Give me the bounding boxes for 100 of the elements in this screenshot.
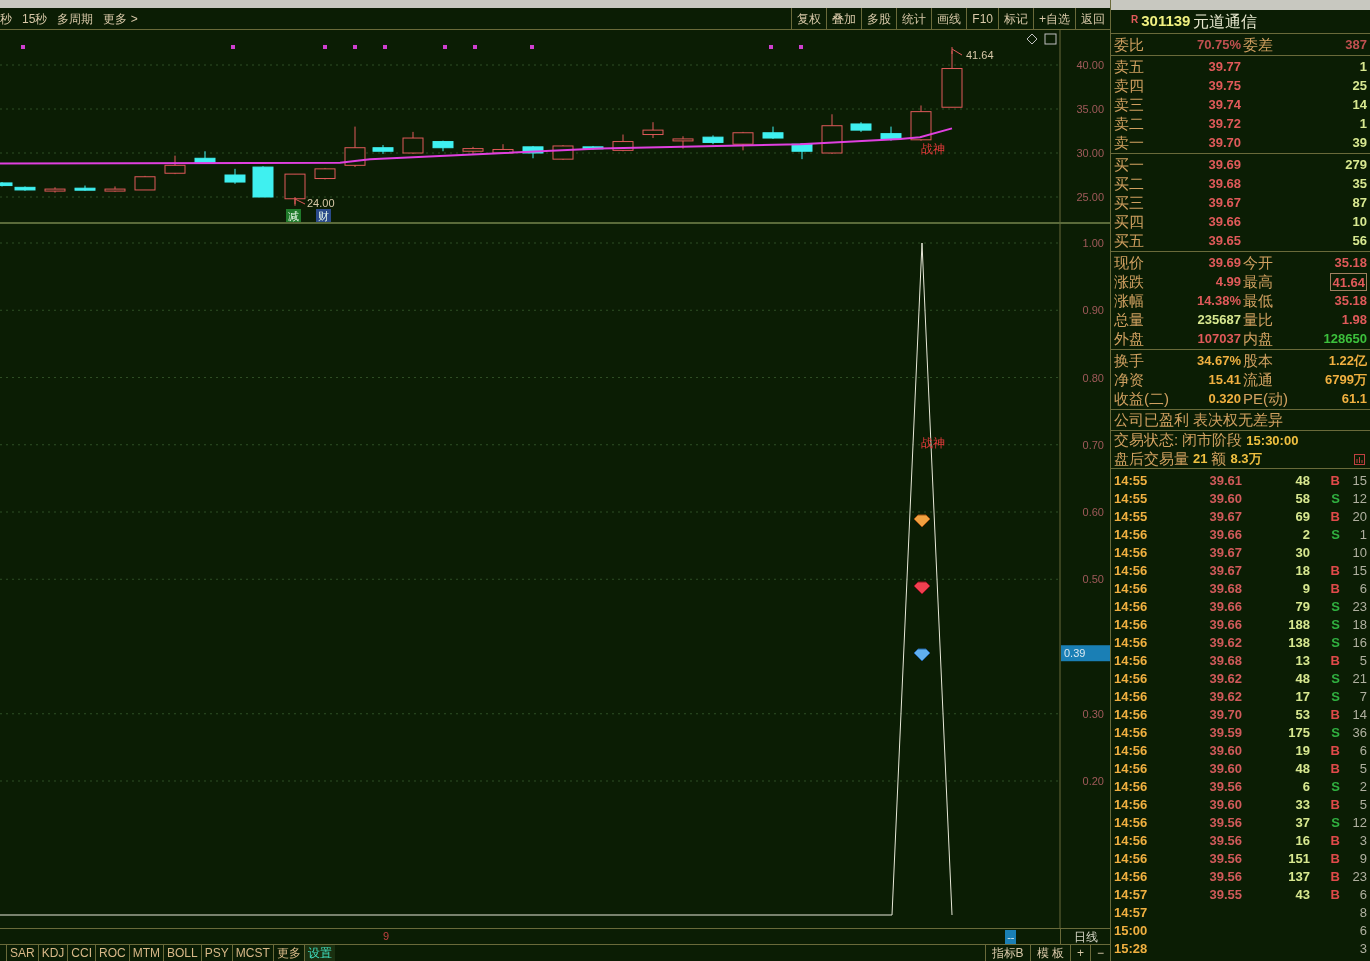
trade-volume: 188 — [1288, 616, 1310, 632]
quote-value: 15.41 — [1207, 373, 1241, 386]
axis-label: 0.60 — [1082, 506, 1104, 518]
trade-volume: 30 — [1295, 544, 1310, 560]
quote-value: 39 — [1352, 136, 1367, 149]
trade-price: 39.56 — [1209, 850, 1242, 866]
trade-volume: 9 — [1302, 580, 1310, 596]
toolbar-button[interactable]: 复权 — [791, 8, 827, 29]
trade-time: 14:56 — [1114, 635, 1149, 649]
panel-icon — [1044, 33, 1057, 45]
trade-price: 39.62 — [1209, 634, 1242, 650]
trade-side: B — [1330, 832, 1340, 848]
toolbar-button[interactable]: 叠加 — [826, 8, 862, 29]
trade-side: B — [1330, 472, 1340, 488]
axis-label: 30.00 — [1076, 147, 1104, 159]
quote-label: 最高 — [1243, 274, 1274, 289]
toolbar-button[interactable]: F10 — [966, 8, 998, 29]
quote-value: 107037 — [1196, 332, 1241, 345]
toolbar-button[interactable]: 统计 — [896, 8, 932, 29]
trade-price: 39.66 — [1209, 598, 1242, 614]
gem-icon — [913, 581, 931, 595]
trade-side: S — [1331, 526, 1340, 542]
low-pointer-icon — [294, 196, 306, 205]
toolbar-button[interactable]: +自选 — [1033, 8, 1075, 29]
marker-label: 减 — [288, 210, 299, 222]
candle — [432, 140, 454, 152]
candle — [44, 186, 66, 194]
trade-count: 6 — [1359, 580, 1367, 596]
panel-button[interactable]: + — [1069, 945, 1090, 961]
trade-count: 1 — [1359, 526, 1367, 542]
trade-side: B — [1330, 508, 1340, 524]
trade-price: 39.62 — [1209, 688, 1242, 704]
trade-price: 39.60 — [1209, 760, 1242, 776]
quote-label: 买四 — [1114, 214, 1145, 229]
axis-label: 0.90 — [1082, 304, 1104, 317]
trade-volume: 2 — [1302, 526, 1310, 542]
toolbar-button[interactable]: 多股 — [861, 8, 897, 29]
quote-label: 总量 — [1114, 312, 1145, 327]
panel-button[interactable]: 指标B — [984, 945, 1030, 961]
axis-label: 0.30 — [1082, 707, 1104, 720]
indicator-tab[interactable]: MCST — [231, 945, 273, 961]
quote-label: 买一 — [1114, 157, 1145, 172]
market-letter: R — [1131, 13, 1139, 27]
indicator-tab[interactable]: PSY — [200, 945, 232, 961]
quote-label: 涨幅 — [1114, 293, 1145, 308]
toolbar-button[interactable]: 秒 — [0, 9, 12, 28]
quote-label: 卖五 — [1114, 59, 1145, 74]
trade-time: 14:56 — [1114, 581, 1149, 595]
indicator-tab[interactable]: SAR — [6, 945, 38, 961]
quote-value: 87 — [1352, 196, 1367, 209]
trade-price: 39.59 — [1209, 724, 1242, 740]
x-axis-badge: -- — [1005, 929, 1017, 944]
status-text: 交易状态: 闭市阶段 — [1114, 430, 1243, 451]
trade-time: 14:56 — [1114, 869, 1149, 883]
trade-volume: 17 — [1295, 688, 1310, 704]
indicator-tab[interactable]: KDJ — [37, 945, 68, 961]
toolbar-button[interactable]: 多周期 — [57, 9, 94, 28]
trade-count: 21 — [1352, 670, 1367, 686]
quote-value: 35.18 — [1334, 256, 1367, 269]
toolbar-button[interactable]: 返回 — [1075, 8, 1110, 29]
trade-time: 14:57 — [1114, 887, 1149, 901]
indicator-tab[interactable]: ROC — [95, 945, 129, 961]
quote-label: PE(动) — [1243, 391, 1289, 406]
quote-label: 委差 — [1243, 37, 1274, 52]
candle — [164, 155, 186, 175]
panel-button[interactable]: 模 板 — [1029, 945, 1070, 961]
trade-time: 15:00 — [1114, 923, 1149, 937]
toolbar-button[interactable]: 标记 — [998, 8, 1033, 29]
indicator-tab[interactable]: 设置 — [303, 945, 335, 961]
quote-label: 最低 — [1243, 293, 1274, 308]
toolbar-button[interactable]: 画线 — [931, 8, 967, 29]
stock-name: 元道通信 — [1193, 11, 1258, 32]
quote-value: 35.18 — [1334, 294, 1367, 307]
indicator-tab[interactable]: MTM — [128, 945, 164, 961]
notice-text: 公司已盈利 表决权无差异 — [1114, 409, 1284, 430]
trade-count: 10 — [1352, 544, 1367, 560]
indicator-tab[interactable]: 更多 — [272, 945, 304, 961]
quote-value: 6799万 — [1325, 373, 1367, 386]
current-value-label: 0.39 — [1064, 647, 1086, 660]
panel-button[interactable]: − — [1090, 945, 1110, 961]
quote-value: 279 — [1345, 158, 1367, 171]
indicator-tab[interactable]: BOLL — [163, 945, 201, 961]
quote-label: 净资 — [1114, 372, 1145, 387]
candle — [462, 146, 484, 155]
trade-time: 14:55 — [1114, 491, 1149, 505]
toolbar-button[interactable]: 更多 > — [103, 9, 138, 28]
quote-value: 39.69 — [1207, 158, 1241, 171]
current-value-badge — [1061, 645, 1110, 662]
trade-volume: 19 — [1295, 742, 1310, 758]
quote-value: 39.65 — [1207, 234, 1241, 247]
quote-value: 39.75 — [1207, 79, 1241, 92]
trade-count: 6 — [1359, 886, 1367, 902]
marker-label: 财 — [318, 210, 329, 222]
indicator-tab[interactable]: CCI — [67, 945, 96, 961]
trade-count: 15 — [1352, 472, 1367, 488]
quote-value: 61.1 — [1341, 392, 1367, 405]
quote-value: 235687 — [1196, 313, 1241, 326]
trade-time: 15:28 — [1114, 941, 1149, 955]
trade-side: B — [1330, 886, 1340, 902]
toolbar-button[interactable]: 15秒 — [22, 9, 48, 28]
